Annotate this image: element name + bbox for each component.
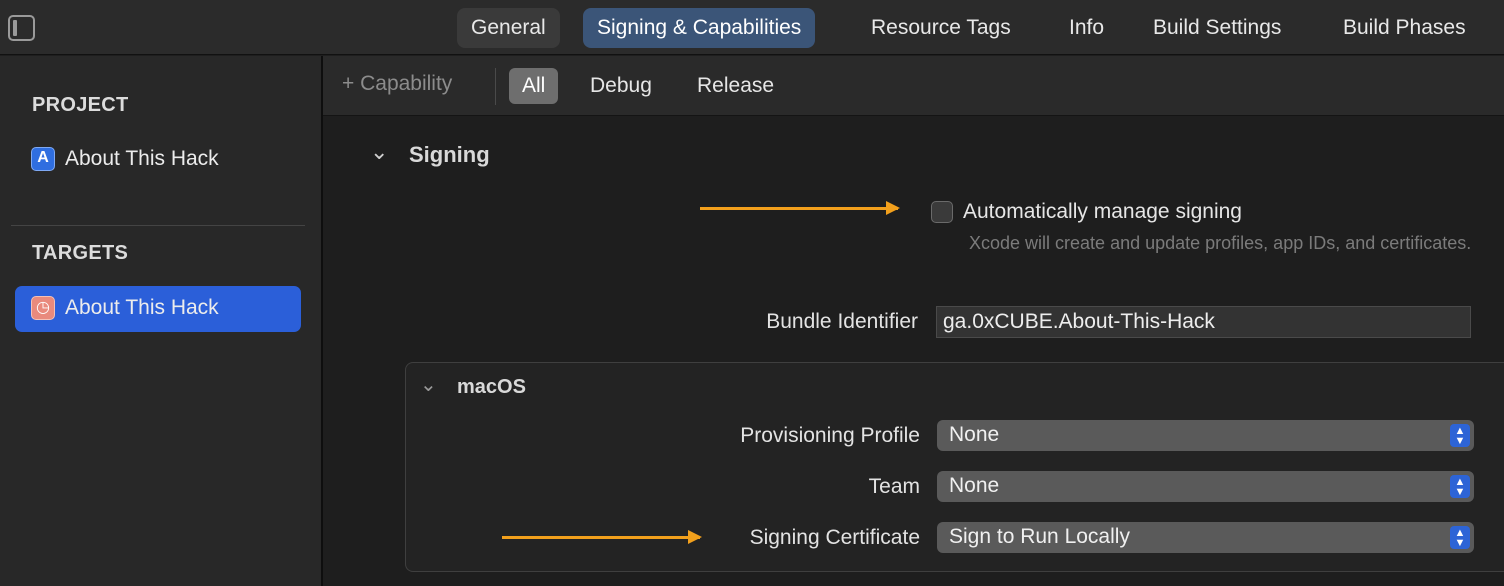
popup-stepper-icon: ▲ ▼: [1450, 526, 1470, 549]
filter-all[interactable]: All: [509, 68, 559, 104]
filter-release[interactable]: Release: [684, 68, 787, 104]
sidebar-item-target[interactable]: About This Hack: [15, 286, 301, 332]
project-heading: PROJECT: [32, 94, 129, 116]
chevron-down-icon[interactable]: ⌄: [420, 372, 437, 397]
filter-debug[interactable]: Debug: [577, 68, 665, 104]
tab-resource-tags[interactable]: Resource Tags: [857, 8, 1025, 48]
sidebar-item-project[interactable]: About This Hack: [15, 137, 301, 183]
team-popup[interactable]: None ▲ ▼: [937, 471, 1474, 502]
toolbar-divider: [495, 68, 496, 105]
macos-signing-panel: ⌄ macOS Provisioning Profile None ▲ ▼ Tea…: [405, 362, 1504, 572]
capability-toolbar: + Capability All Debug Release: [323, 56, 1504, 116]
provisioning-profile-popup[interactable]: None ▲ ▼: [937, 420, 1474, 451]
signing-certificate-value: Sign to Run Locally: [949, 525, 1130, 548]
popup-stepper-icon: ▲ ▼: [1450, 475, 1470, 498]
bundle-identifier-label: Bundle Identifier: [766, 310, 918, 333]
tab-general[interactable]: General: [457, 8, 560, 48]
editor-tab-bar: General Signing & Capabilities Resource …: [0, 0, 1504, 55]
app-target-icon: [31, 296, 55, 320]
popup-stepper-icon: ▲ ▼: [1450, 424, 1470, 447]
sidebar-item-label: About This Hack: [65, 296, 219, 319]
tab-build-settings[interactable]: Build Settings: [1139, 8, 1295, 48]
auto-manage-signing-label[interactable]: Automatically manage signing: [963, 200, 1242, 224]
team-label: Team: [868, 475, 920, 498]
targets-heading: TARGETS: [32, 242, 129, 264]
provisioning-profile-label: Provisioning Profile: [740, 424, 920, 447]
auto-manage-signing-checkbox[interactable]: [931, 201, 953, 223]
project-navigator: PROJECT About This Hack TARGETS About Th…: [0, 56, 321, 586]
sidebar-item-label: About This Hack: [65, 147, 219, 170]
macos-section-title[interactable]: macOS: [457, 376, 526, 399]
tab-info[interactable]: Info: [1055, 8, 1118, 48]
chevron-down-icon[interactable]: ⌄: [370, 139, 388, 165]
signing-editor: ⌄ Signing Automatically manage signing X…: [323, 117, 1504, 586]
team-value: None: [949, 474, 1000, 497]
bundle-identifier-field[interactable]: ga.0xCUBE.About-This-Hack: [936, 306, 1471, 338]
add-capability-button[interactable]: + Capability: [342, 72, 452, 96]
annotation-arrow-icon: [502, 530, 702, 544]
tab-signing-capabilities[interactable]: Signing & Capabilities: [583, 8, 816, 48]
xcode-project-icon: [31, 147, 55, 171]
provisioning-profile-value: None: [949, 423, 1000, 446]
sidebar-toggle-icon[interactable]: [8, 15, 35, 41]
sidebar-divider: [11, 225, 305, 226]
signing-certificate-label: Signing Certificate: [749, 526, 920, 549]
signing-certificate-popup[interactable]: Sign to Run Locally ▲ ▼: [937, 522, 1474, 553]
annotation-arrow-icon: [700, 201, 900, 215]
auto-manage-signing-hint: Xcode will create and update profiles, a…: [969, 233, 1472, 253]
tab-build-phases[interactable]: Build Phases: [1329, 8, 1480, 48]
signing-section-title[interactable]: Signing: [409, 142, 490, 168]
